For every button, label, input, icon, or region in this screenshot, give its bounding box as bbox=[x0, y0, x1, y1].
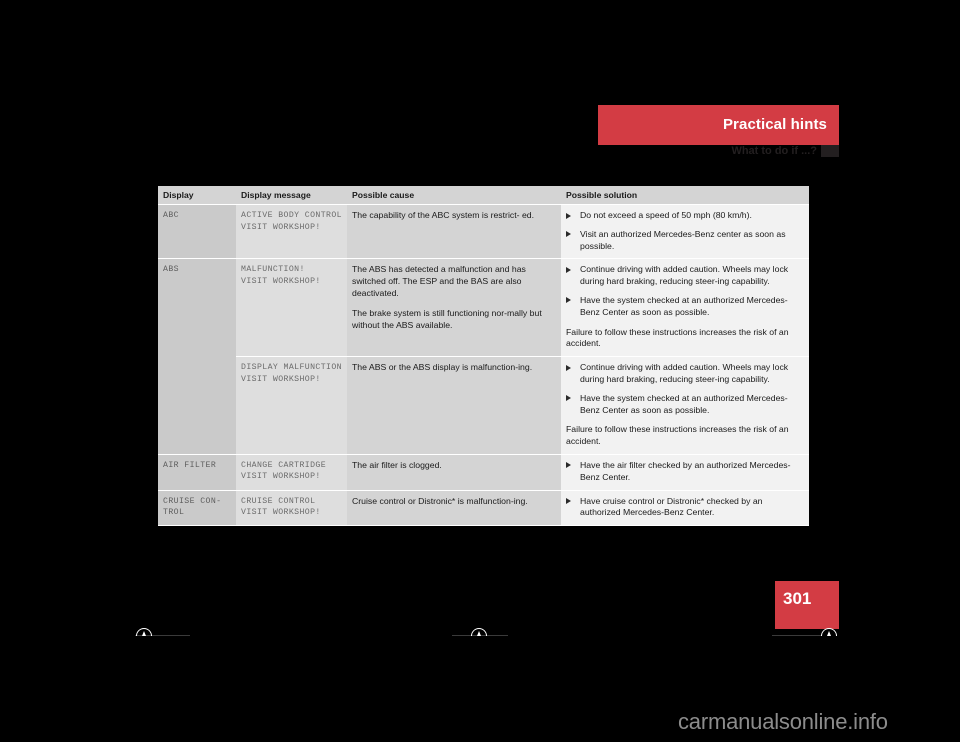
column-header-possible-solution: Possible solution bbox=[561, 186, 809, 205]
triangle-bullet-icon bbox=[566, 266, 571, 273]
solution-bullet-list: Continue driving with added caution. Whe… bbox=[566, 264, 803, 318]
table-header-row: Display Display message Possible cause P… bbox=[158, 186, 809, 205]
cell-possible-solution: Have cruise control or Distronic* checke… bbox=[561, 490, 809, 527]
page-number: 301 bbox=[783, 589, 812, 608]
solution-bullet-text: Visit an authorized Mercedes-Benz center… bbox=[580, 228, 786, 251]
table-row: CRUISE CON- TROL CRUISE CONTROL VISIT WORKS… bbox=[158, 490, 809, 527]
section-marker-chip bbox=[821, 145, 839, 157]
fault-messages-table-container: Display Display message Possible cause P… bbox=[158, 186, 809, 527]
solution-bullet-item: Have the air filter checked by an author… bbox=[566, 460, 803, 484]
cell-display-message: MALFUNCTION! VISIT WORKSHOP! bbox=[236, 258, 347, 358]
cell-display-code: CRUISE CON- TROL bbox=[158, 490, 236, 527]
solution-bullet-item: Visit an authorized Mercedes-Benz center… bbox=[566, 229, 803, 253]
fault-messages-table: Display Display message Possible cause P… bbox=[158, 186, 809, 527]
solution-bullet-text: Have the air filter checked by an author… bbox=[580, 459, 791, 482]
solution-bullet-item: Continue driving with added caution. Whe… bbox=[566, 264, 803, 288]
display-code-line: AIR FILTER bbox=[163, 460, 217, 470]
table-row: ABC ACTIVE BODY CONTROL VISIT WORKSHOP! The… bbox=[158, 204, 809, 260]
display-message-line: CHANGE CARTRIDGE bbox=[241, 460, 327, 470]
cell-display-message: CHANGE CARTRIDGE VISIT WORKSHOP! bbox=[236, 454, 347, 491]
solution-bullet-item: Have the system checked at an authorized… bbox=[566, 295, 803, 319]
cause-paragraph: The capability of the ABC system is rest… bbox=[352, 210, 535, 220]
cell-display-message: CRUISE CONTROL VISIT WORKSHOP! bbox=[236, 490, 347, 527]
solution-bullet-list: Do not exceed a speed of 50 mph (80 km/h… bbox=[566, 210, 803, 252]
solution-bullet-list: Have cruise control or Distronic* checke… bbox=[566, 496, 803, 520]
page-title: Practical hints bbox=[722, 116, 827, 133]
solution-bullet-text: Have the system checked at an authorized… bbox=[580, 294, 788, 317]
column-header-display-message: Display message bbox=[236, 186, 347, 205]
page-number-box: 301 bbox=[775, 581, 839, 629]
solution-bullet-item: Do not exceed a speed of 50 mph (80 km/h… bbox=[566, 210, 803, 222]
solution-warning-note: Failure to follow these instructions inc… bbox=[566, 326, 789, 349]
cell-possible-cause: The air filter is clogged. bbox=[347, 454, 561, 491]
cell-display-message: DISPLAY MALFUNCTION VISIT WORKSHOP! bbox=[236, 356, 347, 455]
triangle-bullet-icon bbox=[566, 395, 571, 402]
table-row: DISPLAY MALFUNCTION VISIT WORKSHOP! The AB… bbox=[158, 356, 809, 455]
solution-bullet-list: Continue driving with added caution. Whe… bbox=[566, 362, 803, 416]
display-message-line: CRUISE CONTROL bbox=[241, 496, 316, 506]
display-code-line: ABS bbox=[163, 265, 179, 275]
triangle-bullet-icon bbox=[566, 231, 571, 238]
triangle-bullet-icon bbox=[566, 462, 571, 469]
cell-possible-cause: Cruise control or Distronic* is malfunct… bbox=[347, 490, 561, 527]
column-header-display: Display bbox=[158, 186, 236, 205]
solution-bullet-text: Continue driving with added caution. Whe… bbox=[580, 362, 789, 384]
crop-line-right bbox=[772, 635, 822, 636]
section-subheader: What to do if ...? bbox=[598, 145, 839, 158]
triangle-bullet-icon bbox=[566, 364, 571, 371]
cell-possible-cause: The capability of the ABC system is rest… bbox=[347, 204, 561, 260]
cell-possible-solution: Have the air filter checked by an author… bbox=[561, 454, 809, 491]
cause-paragraph: The brake system is still functioning no… bbox=[352, 307, 542, 330]
display-message-line: ACTIVE BODY CONTROL bbox=[241, 211, 342, 220]
solution-bullet-text: Have cruise control or Distronic* checke… bbox=[580, 495, 763, 518]
solution-bullet-item: Have cruise control or Distronic* checke… bbox=[566, 496, 803, 520]
cause-paragraph: The ABS or the ABS display is malfunctio… bbox=[352, 362, 533, 373]
cell-possible-solution: Continue driving with added caution. Whe… bbox=[561, 356, 809, 455]
table-row: ABS MALFUNCTION! VISIT WORKSHOP! The ABS ha… bbox=[158, 258, 809, 455]
table-body: ABC ACTIVE BODY CONTROL VISIT WORKSHOP! The… bbox=[158, 204, 809, 527]
triangle-bullet-icon bbox=[566, 212, 571, 219]
table-row: AIR FILTER CHANGE CARTRIDGE VISIT WORKSHOP… bbox=[158, 454, 809, 491]
cause-paragraph: The ABS has detected a malfunction and h… bbox=[352, 264, 526, 298]
solution-bullet-text: Continue driving with added caution. Whe… bbox=[580, 264, 789, 287]
solution-bullet-text: Have the system checked at an authorized… bbox=[580, 392, 788, 415]
display-message-line: DISPLAY MALFUNCTION bbox=[241, 363, 342, 373]
triangle-bullet-icon bbox=[566, 498, 571, 505]
cell-possible-cause: The ABS has detected a malfunction and h… bbox=[347, 258, 561, 358]
cell-possible-solution: Continue driving with added caution. Whe… bbox=[561, 258, 809, 358]
cause-paragraph: Cruise control or Distronic* is malfunct… bbox=[352, 495, 528, 506]
practical-hints-header-band: Practical hints bbox=[598, 105, 839, 145]
display-code-line: TROL bbox=[163, 508, 185, 518]
section-subheader-label: What to do if ...? bbox=[731, 145, 817, 157]
solution-bullet-item: Continue driving with added caution. Whe… bbox=[566, 362, 803, 386]
registration-mark-left bbox=[133, 628, 155, 639]
column-header-possible-cause: Possible cause bbox=[347, 186, 561, 205]
cell-display-message: ACTIVE BODY CONTROL VISIT WORKSHOP! bbox=[236, 204, 347, 260]
display-message-line: VISIT WORKSHOP! bbox=[241, 472, 321, 482]
solution-bullet-text: Do not exceed a speed of 50 mph (80 km/h… bbox=[580, 210, 752, 220]
solution-bullet-list: Have the air filter checked by an author… bbox=[566, 460, 803, 484]
cell-display-code: ABC bbox=[158, 204, 236, 260]
triangle-bullet-icon bbox=[566, 297, 571, 304]
cell-display-code: ABS bbox=[158, 258, 236, 455]
display-message-line: VISIT WORKSHOP! bbox=[241, 374, 321, 384]
display-code-line: ABC bbox=[163, 211, 179, 220]
display-message-line: VISIT WORKSHOP! bbox=[241, 276, 321, 286]
display-message-line: MALFUNCTION! bbox=[241, 265, 305, 275]
display-message-line: VISIT WORKSHOP! bbox=[241, 222, 321, 232]
site-watermark: carmanualsonline.info bbox=[678, 709, 888, 734]
registration-mark-center bbox=[468, 628, 490, 639]
registration-mark-right bbox=[818, 628, 840, 639]
display-message-line: VISIT WORKSHOP! bbox=[241, 508, 321, 518]
display-code-line: CRUISE CON- bbox=[163, 496, 222, 506]
cell-possible-cause: The ABS or the ABS display is malfunctio… bbox=[347, 356, 561, 455]
solution-bullet-item: Have the system checked at an authorized… bbox=[566, 393, 803, 417]
cell-display-code: AIR FILTER bbox=[158, 454, 236, 491]
solution-warning-note: Failure to follow these instructions inc… bbox=[566, 424, 789, 447]
cell-possible-solution: Do not exceed a speed of 50 mph (80 km/h… bbox=[561, 204, 809, 260]
cause-paragraph: The air filter is clogged. bbox=[352, 459, 442, 470]
